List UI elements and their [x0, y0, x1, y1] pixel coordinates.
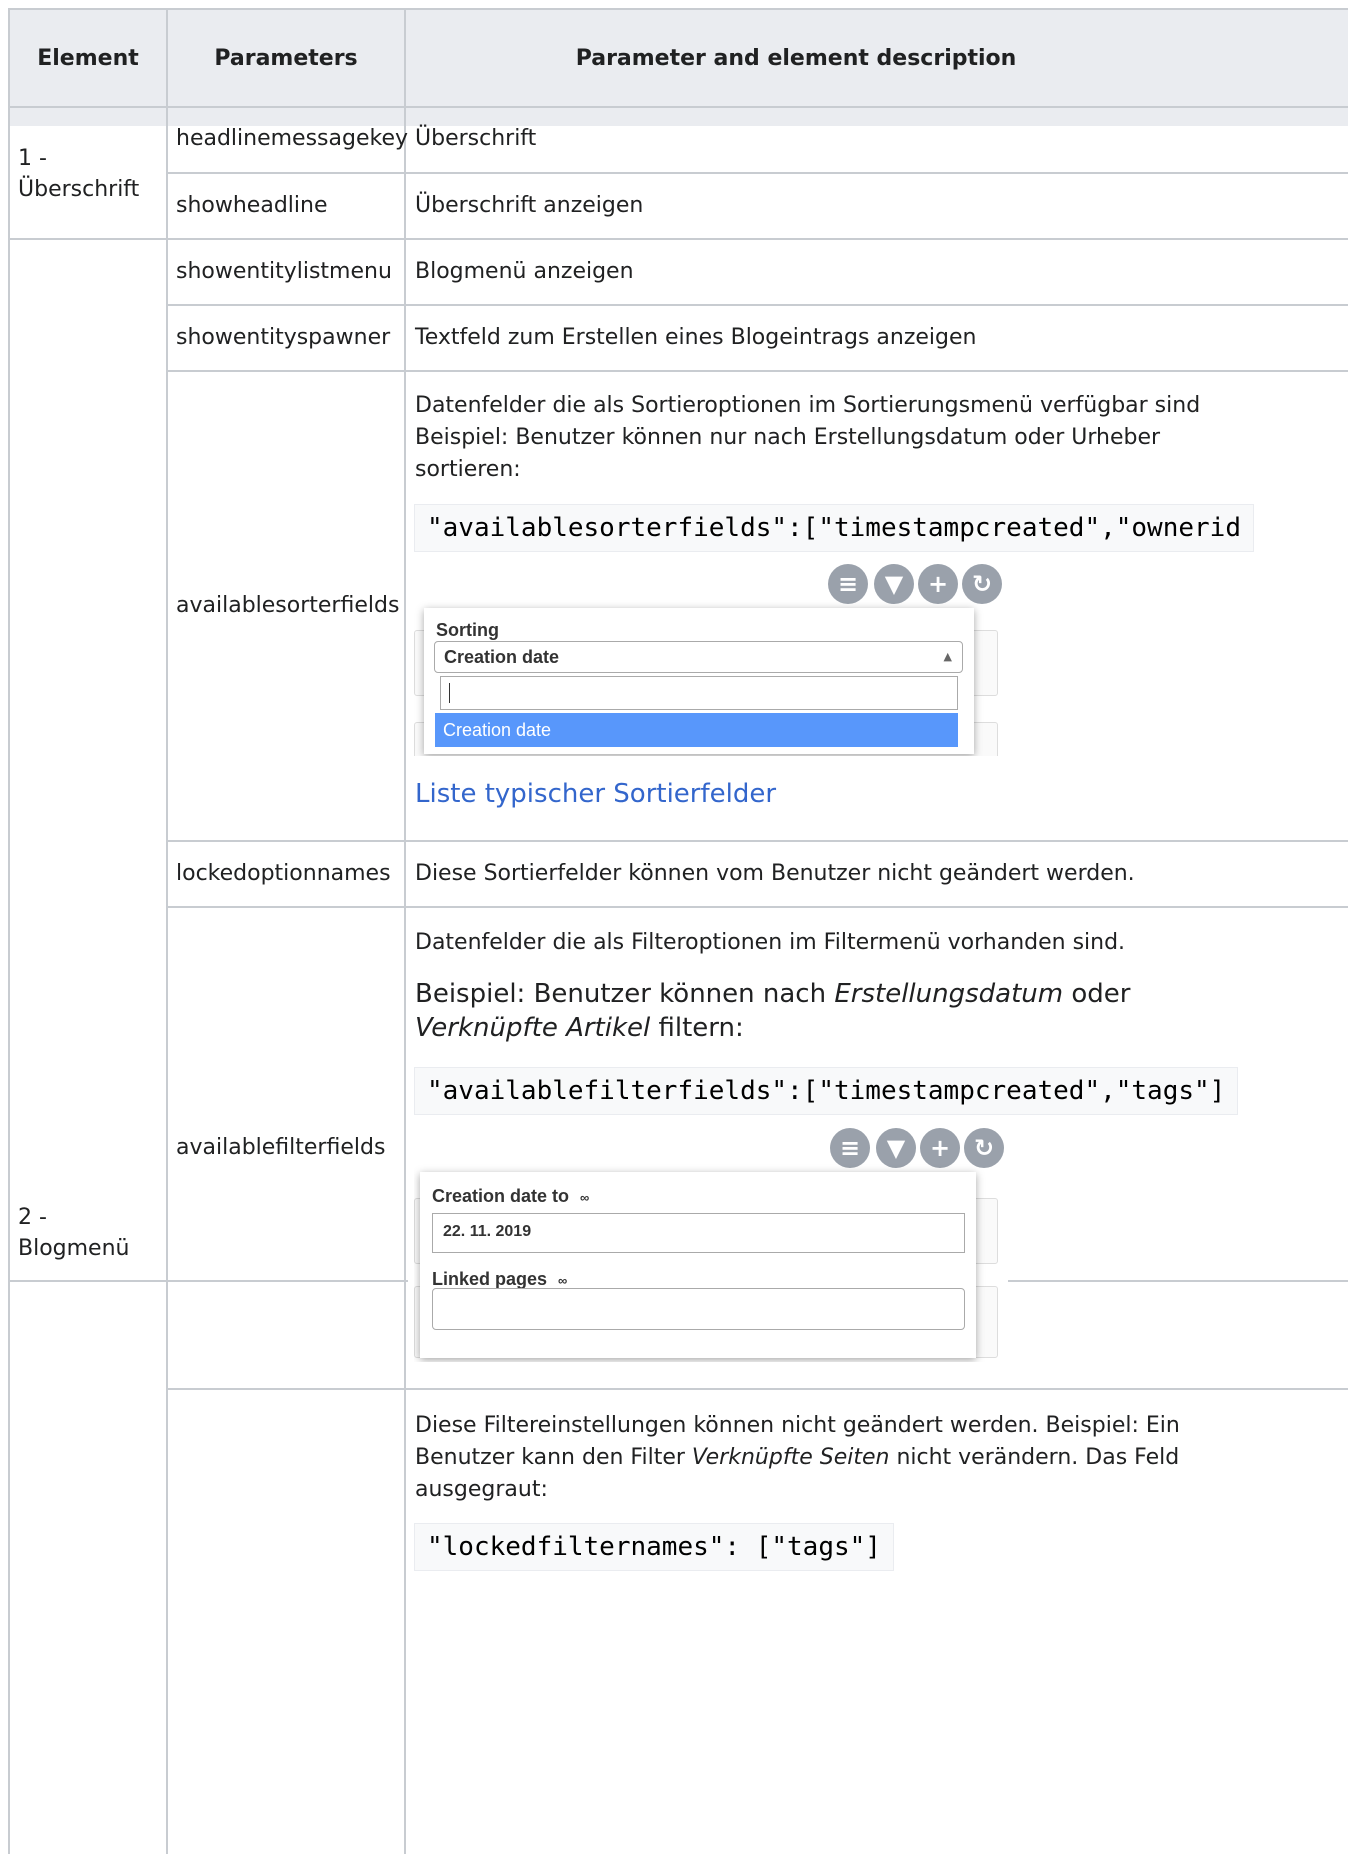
filter-date-label: Creation date to ∞ — [432, 1186, 589, 1207]
table-border-left-lower — [8, 1282, 10, 1854]
sorting-popup: Sorting Creation date ▲ Creation date — [424, 608, 974, 754]
filter-icon: ▼ — [874, 564, 914, 604]
desc-availablefilterfields-line1: Datenfelder die als Filteroptionen im Fi… — [415, 930, 1126, 955]
row-divider — [166, 370, 1348, 372]
filter-date-value: 22. 11. 2019 — [443, 1223, 532, 1240]
header-description: Parameter and element description — [575, 46, 1017, 71]
link-toggle-icon: ∞ — [580, 1190, 590, 1205]
add-icon: + — [918, 564, 958, 604]
param-lockedoptionnames: lockedoptionnames — [176, 861, 391, 886]
code-availablefilterfields: "availablefilterfields":["timestampcreat… — [414, 1067, 1239, 1115]
table-border-top — [8, 8, 1348, 10]
sort-icon: ≡ — [828, 564, 868, 604]
element-label-headline-number: 1 - — [18, 146, 47, 171]
row-divider — [8, 238, 1348, 240]
desc-lockedoptionnames: Diese Sortierfelder können vom Benutzer … — [415, 861, 1135, 886]
desc-text: oder — [1063, 979, 1131, 1009]
parameter-table-page: Element Parameters Parameter and element… — [0, 0, 1348, 1854]
desc-showentitylistmenu: Blogmenü anzeigen — [415, 259, 634, 284]
sorting-search-input[interactable] — [440, 676, 958, 710]
sorting-menu-screenshot: ≡ ▼ + ↻ Sorting Creation date ▲ Creation… — [414, 564, 1008, 756]
filter-date-input[interactable]: 22. 11. 2019 — [432, 1213, 965, 1253]
refresh-icon: ↻ — [964, 1128, 1004, 1168]
desc-emphasis: Verknüpfte Seiten — [691, 1445, 890, 1470]
sorting-select[interactable]: Creation date ▲ — [434, 641, 963, 673]
column-divider-1 — [166, 8, 168, 1282]
filter-menu-screenshot: ≡ ▼ + ↻ Creation date to ∞ 22. 11. 2019 … — [414, 1126, 1008, 1362]
row-divider — [1006, 1280, 1348, 1282]
table-border-left — [8, 8, 10, 1282]
filter-date-label-text: Creation date to — [432, 1186, 570, 1206]
column-divider-2 — [404, 8, 406, 1282]
desc-text: filtern: — [650, 1013, 744, 1043]
row-divider — [166, 304, 1348, 306]
element-label-headline: Überschrift — [18, 177, 140, 202]
row-divider — [166, 1388, 1348, 1390]
column-divider-1-lower — [166, 1282, 168, 1854]
text-cursor — [449, 683, 450, 703]
header-parameters: Parameters — [214, 46, 358, 71]
link-sorter-fields-list[interactable]: Liste typischer Sortierfelder — [415, 779, 776, 809]
sorting-option[interactable]: Creation date — [435, 713, 958, 747]
desc-text: Beispiel: Benutzer können nach — [415, 979, 835, 1009]
sorting-select-value: Creation date — [444, 647, 560, 667]
row-divider — [166, 840, 1348, 842]
row-divider — [166, 906, 1348, 908]
row-divider — [8, 106, 1348, 108]
desc-availablefilterfields-line3: Verknüpfte Artikel filtern: — [415, 1008, 744, 1048]
desc-text: nicht verändern. Das Feld — [889, 1445, 1180, 1470]
desc-emphasis: Verknüpfte Artikel — [415, 1013, 651, 1043]
row-divider — [8, 1280, 408, 1282]
column-divider-2-lower — [404, 1282, 406, 1854]
param-showheadline: showheadline — [176, 193, 328, 218]
sorting-label: Sorting — [436, 620, 499, 640]
chevron-up-icon: ▲ — [943, 650, 952, 663]
desc-availablesorterfields-line3: sortieren: — [415, 457, 521, 482]
code-lockedfilternames: "lockedfilternames": ["tags"] — [414, 1523, 894, 1571]
param-availablesorterfields: availablesorterfields — [176, 593, 400, 618]
param-availablefilterfields: availablefilterfields — [176, 1135, 386, 1160]
filter-icon: ▼ — [876, 1128, 916, 1168]
desc-headlinemessagekey: Überschrift — [415, 126, 537, 151]
row-divider — [166, 172, 1348, 174]
desc-text: Benutzer kann den Filter — [415, 1445, 692, 1470]
desc-emphasis: Erstellungsdatum — [834, 979, 1064, 1009]
filter-popup: Creation date to ∞ 22. 11. 2019 Linked p… — [420, 1172, 976, 1358]
desc-showheadline: Überschrift anzeigen — [415, 193, 644, 218]
filter-linked-pages-label: Linked pages ∞ — [432, 1269, 567, 1290]
header-element: Element — [37, 46, 139, 71]
sort-icon: ≡ — [830, 1128, 870, 1168]
element-label-blogmenu: Blogmenü — [18, 1236, 130, 1261]
filter-linked-pages-label-text: Linked pages — [432, 1269, 548, 1289]
code-availablesorterfields: "availablesorterfields":["timestampcreat… — [414, 504, 1254, 552]
link-toggle-icon: ∞ — [558, 1273, 568, 1288]
param-showentityspawner: showentityspawner — [176, 325, 391, 350]
desc-lockedfilternames-line3: ausgegraut: — [415, 1477, 548, 1502]
refresh-icon: ↻ — [962, 564, 1002, 604]
filter-linked-pages-input[interactable] — [432, 1288, 965, 1330]
add-icon: + — [920, 1128, 960, 1168]
param-headlinemessagekey: headlinemessagekey — [176, 126, 409, 151]
param-showentitylistmenu: showentitylistmenu — [176, 259, 392, 284]
desc-showentityspawner: Textfeld zum Erstellen eines Blogeintrag… — [415, 325, 977, 350]
desc-availablesorterfields-line2: Beispiel: Benutzer können nur nach Erste… — [415, 425, 1161, 450]
element-label-blogmenu-number: 2 - — [18, 1205, 47, 1230]
